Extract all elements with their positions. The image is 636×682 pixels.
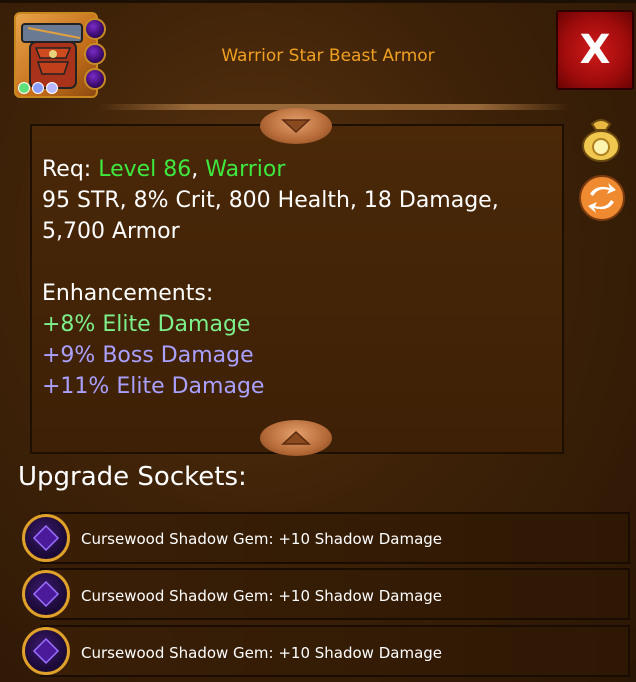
stats-line: 5,700 Armor xyxy=(42,219,180,244)
purple-gem-icon xyxy=(22,514,70,562)
tier-dots xyxy=(18,82,58,94)
item-title: Warrior Star Beast Armor xyxy=(221,46,435,66)
sockets-title: Upgrade Sockets: xyxy=(18,462,247,492)
tier-dot xyxy=(46,82,58,94)
gem-slot-icon xyxy=(84,43,106,65)
description-text: Req: Level 86, Warrior 95 STR, 8% Crit, … xyxy=(42,154,552,402)
requirement-line: Req: Level 86, Warrior xyxy=(42,154,552,185)
scroll-down-button[interactable] xyxy=(260,108,332,144)
gem-slot-icon xyxy=(84,68,106,90)
purple-gem-icon xyxy=(22,627,70,675)
enhancements-title: Enhancements: xyxy=(42,281,214,306)
enhancement-item: +11% Elite Damage xyxy=(42,374,265,399)
tier-dot xyxy=(32,82,44,94)
scroll-up-button[interactable] xyxy=(260,420,332,456)
tier-dot xyxy=(18,82,30,94)
req-level: Level 86 xyxy=(98,157,192,182)
top-border xyxy=(0,0,636,3)
socket-label: Cursewood Shadow Gem: +10 Shadow Damage xyxy=(81,530,443,548)
gem-slot-icon xyxy=(84,18,106,40)
req-prefix: Req: xyxy=(42,157,99,182)
purple-gem-icon xyxy=(22,570,70,618)
req-separator: , xyxy=(191,157,206,182)
gem-slot-column xyxy=(84,18,110,93)
socket-label: Cursewood Shadow Gem: +10 Shadow Damage xyxy=(81,644,443,662)
socket-label: Cursewood Shadow Gem: +10 Shadow Damage xyxy=(81,587,443,605)
divider xyxy=(98,104,570,110)
close-label: X xyxy=(579,27,611,73)
req-class: Warrior xyxy=(205,157,286,182)
chevron-down-icon xyxy=(281,119,311,134)
description-panel[interactable]: Req: Level 86, Warrior 95 STR, 8% Crit, … xyxy=(30,124,564,454)
swap-icon[interactable] xyxy=(578,174,625,221)
close-button[interactable]: X xyxy=(556,10,634,90)
stats-line: 95 STR, 8% Crit, 800 Health, 18 Damage, xyxy=(42,188,499,213)
enhancement-item: +9% Boss Damage xyxy=(42,343,254,368)
chevron-up-icon xyxy=(281,430,311,445)
enhancement-item: +8% Elite Damage xyxy=(42,312,251,337)
gold-bag-icon[interactable] xyxy=(578,114,624,162)
